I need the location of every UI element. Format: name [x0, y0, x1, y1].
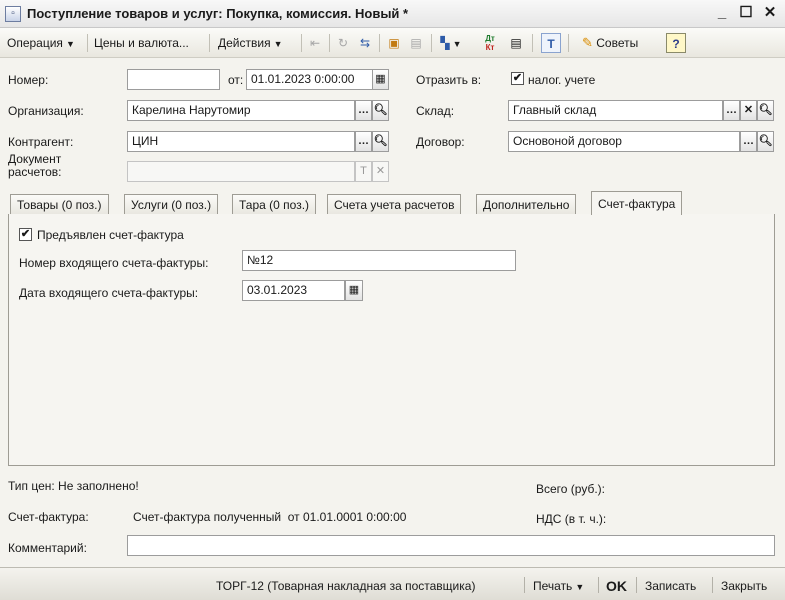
- operation-menu[interactable]: Операция ▼: [3, 33, 79, 53]
- actions-menu[interactable]: Действия ▼: [214, 33, 287, 53]
- title-bar: ▫ Поступление товаров и услуг: Покупка, …: [0, 0, 785, 28]
- comment-field[interactable]: [127, 535, 775, 556]
- calendar-icon[interactable]: ▦: [372, 69, 389, 90]
- toolbar-separator: [87, 34, 88, 52]
- minimize-button[interactable]: _: [713, 4, 731, 22]
- tab-settlement-accounts[interactable]: Счета учета расчетов: [327, 194, 462, 215]
- command-separator: [712, 577, 713, 593]
- total-label: Всего (руб.):: [536, 482, 606, 496]
- advice-button[interactable]: ✎ Советы: [578, 33, 642, 53]
- open-search-icon[interactable]: 🔍︎: [757, 131, 774, 152]
- tab-services[interactable]: Услуги (0 поз.): [124, 194, 219, 215]
- invoice-received-link[interactable]: Счет-фактура полученный от 01.01.0001 0:…: [133, 510, 406, 524]
- structure-icon[interactable]: ▣: [384, 33, 404, 53]
- toolbar-separator: [209, 34, 210, 52]
- tab-invoice[interactable]: Счет-фактура: [591, 191, 683, 215]
- window-title: Поступление товаров и услуг: Покупка, ко…: [27, 6, 409, 21]
- counterparty-field[interactable]: ЦИН: [127, 131, 355, 152]
- select-ellipsis-icon[interactable]: …: [740, 131, 757, 152]
- incoming-invoice-number-field[interactable]: №12: [242, 250, 516, 271]
- open-search-icon[interactable]: 🔍︎: [372, 131, 389, 152]
- prices-currency-button[interactable]: Цены и валюта...: [90, 33, 193, 53]
- organization-field[interactable]: Карелина Нарутомир: [127, 100, 355, 121]
- toolbar-separator: [532, 34, 533, 52]
- settlement-label-line: расчетов:: [8, 165, 62, 179]
- print-menu-button[interactable]: Печать ▼: [533, 576, 584, 596]
- number-label: Номер:: [8, 73, 49, 87]
- toolbar-separator: [379, 34, 380, 52]
- tax-accounting-label: налог. учете: [528, 73, 596, 87]
- help-button[interactable]: ?: [666, 33, 686, 53]
- select-ellipsis-icon[interactable]: …: [723, 100, 740, 121]
- comment-label: Комментарий:: [8, 541, 87, 555]
- incoming-invoice-number-label: Номер входящего счета-фактуры:: [19, 256, 209, 270]
- type-select-icon[interactable]: T: [355, 161, 372, 182]
- go-back-icon[interactable]: ⇤: [305, 33, 325, 53]
- close-button[interactable]: Закрыть: [721, 576, 767, 596]
- warehouse-label: Склад:: [416, 104, 455, 118]
- invoice-presented-checkbox[interactable]: ✔: [19, 228, 32, 241]
- price-type-text: Тип цен: Не заполнено!: [8, 479, 139, 493]
- tab-goods[interactable]: Товары (0 поз.): [10, 194, 109, 215]
- settlement-document-field[interactable]: [127, 161, 355, 182]
- settlement-document-label: Документ расчетов:: [8, 153, 61, 179]
- tab-additional[interactable]: Дополнительно: [476, 194, 577, 215]
- toolbar-separator: [301, 34, 302, 52]
- reflect-label: Отразить в:: [416, 73, 482, 87]
- warehouse-field[interactable]: Главный склад: [508, 100, 723, 121]
- toolbar-separator: [329, 34, 330, 52]
- invoice-presented-label: Предъявлен счет-фактура: [37, 228, 184, 242]
- dt-kt-icon[interactable]: Дт Кт: [480, 33, 500, 53]
- calendar-icon[interactable]: ▦: [345, 280, 363, 301]
- based-on-icon[interactable]: ▤: [406, 33, 426, 53]
- torg12-print-button[interactable]: ТОРГ-12 (Товарная накладная за поставщик…: [216, 576, 475, 596]
- invoice-footer-label: Счет-фактура:: [8, 510, 89, 524]
- toolbar-separator: [431, 34, 432, 52]
- from-label: от:: [228, 73, 244, 87]
- incoming-invoice-date-label: Дата входящего счета-фактуры:: [19, 286, 199, 300]
- maximize-button[interactable]: ☐: [737, 4, 755, 22]
- journal-icon[interactable]: ▤: [506, 33, 526, 53]
- create-based-icon[interactable]: ▚ ▼: [436, 33, 466, 53]
- command-separator: [524, 577, 525, 593]
- toolbar-separator: [568, 34, 569, 52]
- vat-label: НДС (в т. ч.):: [536, 512, 607, 526]
- clear-icon[interactable]: ✕: [372, 161, 389, 182]
- clear-icon[interactable]: ✕: [740, 100, 757, 121]
- organization-label: Организация:: [8, 104, 84, 118]
- select-ellipsis-icon[interactable]: …: [355, 131, 372, 152]
- ok-button[interactable]: OK: [606, 576, 627, 596]
- save-button[interactable]: Записать: [645, 576, 696, 596]
- toolbar: Операция ▼ Цены и валюта... Действия ▼ ⇤ ↻…: [0, 28, 785, 58]
- tab-containers[interactable]: Тара (0 поз.): [232, 194, 317, 215]
- document-icon: ▫: [5, 6, 21, 22]
- open-search-icon[interactable]: 🔍︎: [757, 100, 774, 121]
- contract-field[interactable]: Основоной договор: [508, 131, 740, 152]
- close-window-button[interactable]: ✕: [761, 4, 779, 22]
- command-separator: [636, 577, 637, 593]
- counterparty-label: Контрагент:: [8, 135, 74, 149]
- date-field[interactable]: 01.01.2023 0:00:00: [246, 69, 373, 90]
- contract-label: Договор:: [416, 135, 465, 149]
- open-search-icon[interactable]: 🔍︎: [372, 100, 389, 121]
- post-icon[interactable]: ⇆: [355, 33, 375, 53]
- tax-accounting-checkbox[interactable]: ✔: [511, 72, 524, 85]
- command-bar: ТОРГ-12 (Товарная накладная за поставщик…: [0, 567, 785, 600]
- refresh-icon[interactable]: ↻: [333, 33, 353, 53]
- text-format-icon[interactable]: T: [541, 33, 561, 53]
- incoming-invoice-date-field[interactable]: 03.01.2023: [242, 280, 345, 301]
- advice-icon: ✎: [582, 35, 593, 50]
- number-field[interactable]: [127, 69, 220, 90]
- command-separator: [598, 577, 599, 593]
- select-ellipsis-icon[interactable]: …: [355, 100, 372, 121]
